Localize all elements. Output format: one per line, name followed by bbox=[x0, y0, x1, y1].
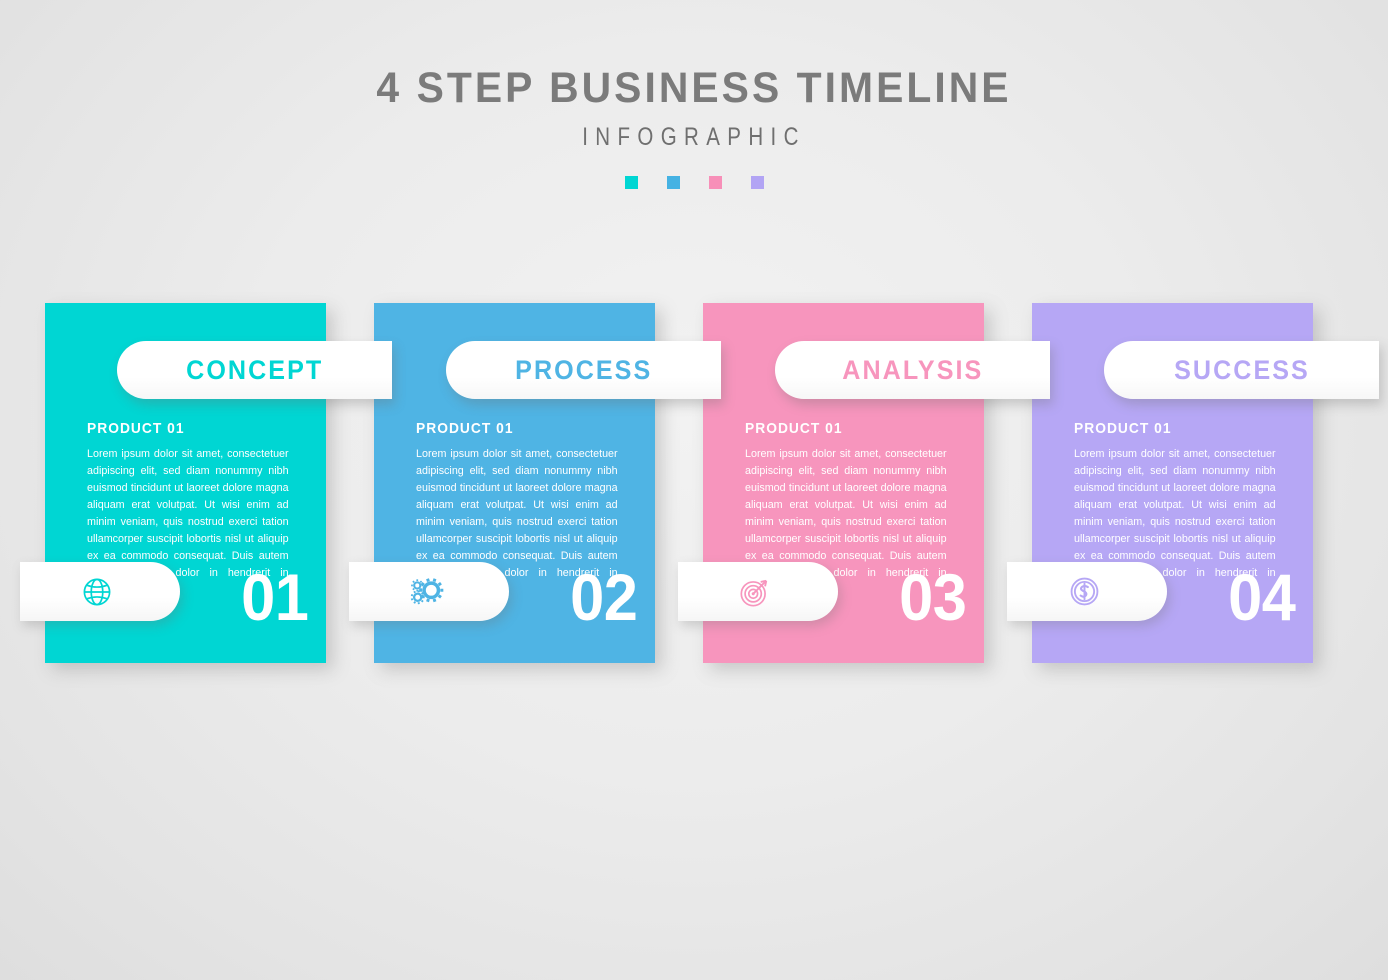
step-card-1[interactable]: CONCEPT PRODUCT 01 Lorem ipsum dolor sit… bbox=[20, 303, 392, 663]
step-tab-4[interactable]: SUCCESS bbox=[1104, 341, 1379, 399]
step-number: 03 bbox=[898, 560, 967, 634]
page-subtitle: INFOGRAPHIC bbox=[582, 123, 806, 152]
step-number: 01 bbox=[240, 560, 309, 634]
step-icon-pill-4[interactable] bbox=[1007, 562, 1167, 621]
step-card-3[interactable]: ANALYSIS PRODUCT 01 Lorem ipsum dolor si… bbox=[678, 303, 1050, 663]
color-swatch-2 bbox=[666, 176, 680, 190]
step-card-2[interactable]: PROCESS PRODUCT 01 Lorem ipsum dolor sit… bbox=[349, 303, 721, 663]
page-title: 4 STEP BUSINESS TIMELINE bbox=[376, 64, 1012, 112]
step-tab-label: CONCEPT bbox=[185, 354, 324, 385]
step-tab-label: SUCCESS bbox=[1173, 354, 1310, 385]
color-swatch-row bbox=[0, 176, 1388, 190]
step-icon-pill-3[interactable] bbox=[678, 562, 838, 621]
step-tab-1[interactable]: CONCEPT bbox=[117, 341, 392, 399]
step-tab-3[interactable]: ANALYSIS bbox=[775, 341, 1050, 399]
step-card-4[interactable]: SUCCESS PRODUCT 01 Lorem ipsum dolor sit… bbox=[1007, 303, 1379, 663]
target-icon bbox=[735, 574, 775, 610]
globe-icon bbox=[79, 574, 115, 610]
product-label: PRODUCT 01 bbox=[1074, 420, 1172, 437]
color-swatch-1 bbox=[624, 176, 638, 190]
header: 4 STEP BUSINESS TIMELINE INFOGRAPHIC bbox=[0, 64, 1388, 190]
step-number: 04 bbox=[1227, 560, 1296, 634]
product-label: PRODUCT 01 bbox=[416, 420, 514, 437]
color-swatch-4 bbox=[750, 176, 764, 190]
step-tab-2[interactable]: PROCESS bbox=[446, 341, 721, 399]
step-icon-pill-2[interactable] bbox=[349, 562, 509, 621]
step-icon-pill-1[interactable] bbox=[20, 562, 180, 621]
product-label: PRODUCT 01 bbox=[87, 420, 185, 437]
gears-icon bbox=[405, 574, 447, 610]
step-tab-label: ANALYSIS bbox=[841, 354, 984, 385]
infographic-canvas: 4 STEP BUSINESS TIMELINE INFOGRAPHIC CON… bbox=[0, 0, 1388, 980]
dollar-coin-icon bbox=[1066, 573, 1103, 610]
step-number: 02 bbox=[569, 560, 638, 634]
color-swatch-3 bbox=[708, 176, 722, 190]
product-label: PRODUCT 01 bbox=[745, 420, 843, 437]
step-cards: CONCEPT PRODUCT 01 Lorem ipsum dolor sit… bbox=[20, 303, 1379, 663]
step-tab-label: PROCESS bbox=[514, 354, 653, 385]
